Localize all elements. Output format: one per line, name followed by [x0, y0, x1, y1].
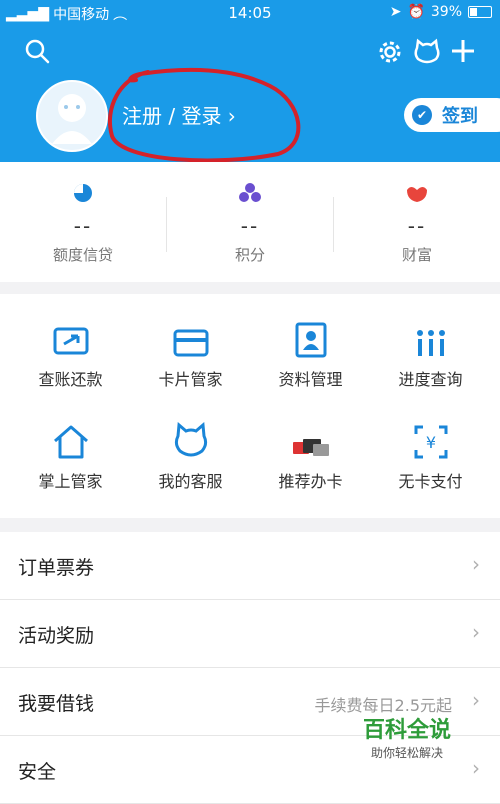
home-icon — [53, 425, 88, 459]
service-label: 资料管理 — [278, 370, 343, 389]
service-grid: 查账还款 卡片管家 资料管理 进度查询 掌上管家 我的客服 推荐办卡 ¥ 无卡支… — [0, 294, 500, 518]
service-customer-service[interactable]: 我的客服 — [128, 420, 253, 492]
service-icon — [174, 422, 207, 457]
credit-pie-icon — [74, 184, 92, 202]
location-icon: ➤ — [389, 4, 402, 20]
stat-points[interactable]: -- 积分 — [167, 182, 333, 265]
service-cardless-pay[interactable]: ¥ 无卡支付 — [368, 420, 493, 492]
stat-points-value: -- — [240, 214, 260, 238]
add-icon[interactable] — [450, 38, 476, 68]
service-label: 查账还款 — [38, 370, 103, 389]
service-bill[interactable]: 查账还款 — [8, 318, 133, 390]
stat-wealth-value: -- — [407, 214, 427, 238]
watermark-subtitle: 助你轻松解决 — [370, 746, 443, 760]
customer-service-icon[interactable] — [412, 38, 442, 70]
alarm-icon: ⏰ — [407, 4, 425, 20]
account-stats: -- 额度信贷 -- 积分 -- 财富 — [0, 162, 500, 282]
battery-icon — [468, 6, 492, 18]
stat-points-label: 积分 — [234, 246, 265, 264]
bill-icon — [53, 327, 88, 355]
stat-credit[interactable]: -- 额度信贷 — [0, 182, 166, 265]
service-label: 推荐办卡 — [278, 472, 343, 491]
checkin-label: 签到 — [442, 106, 478, 127]
points-icon — [239, 183, 261, 202]
menu-item-label: 安全 — [18, 761, 57, 783]
service-card[interactable]: 卡片管家 — [128, 318, 253, 390]
search-icon[interactable] — [24, 38, 50, 68]
wealth-icon — [407, 187, 427, 202]
service-home[interactable]: 掌上管家 — [8, 420, 133, 492]
svg-text:¥: ¥ — [425, 433, 435, 452]
menu-item-orders[interactable]: 订单票券 › — [0, 532, 500, 600]
service-label: 进度查询 — [398, 370, 463, 389]
watermark-logo: 百科全说 助你轻松解决 — [352, 712, 462, 761]
service-recommend-card[interactable]: 推荐办卡 — [248, 420, 373, 492]
progress-icon — [416, 330, 445, 356]
service-label: 掌上管家 — [38, 472, 103, 491]
service-label: 我的客服 — [158, 472, 223, 491]
stat-wealth-label: 财富 — [401, 246, 432, 264]
menu-item-label: 订单票券 — [18, 557, 95, 579]
check-icon: ✔ — [412, 105, 432, 125]
cardless-pay-icon: ¥ — [414, 425, 447, 459]
header-banner: ▂▃▅▇ 中国移动 ︵ 14:05 ➤ ⏰ 39% 注册 / 登录 › ✔ 签到 — [0, 0, 500, 163]
profile-icon — [295, 322, 326, 358]
menu-list: 订单票券 › 活动奖励 › 我要借钱 手续费每日2.5元起 › 安全 › — [0, 532, 500, 804]
chevron-right-icon: › — [472, 552, 480, 576]
checkin-button[interactable]: ✔ 签到 — [404, 98, 500, 132]
watermark-title: 百科全说 — [362, 718, 451, 743]
chevron-right-icon: › — [472, 688, 480, 712]
settings-gear-icon[interactable] — [376, 38, 404, 70]
status-bar: ▂▃▅▇ 中国移动 ︵ 14:05 ➤ ⏰ 39% — [0, 0, 500, 26]
register-login-link[interactable]: 注册 / 登录 › — [122, 100, 236, 129]
service-label: 无卡支付 — [398, 472, 463, 491]
service-profile[interactable]: 资料管理 — [248, 318, 373, 390]
recommend-card-icon — [292, 439, 329, 456]
menu-item-label: 活动奖励 — [18, 625, 95, 647]
battery-percent: 39% — [430, 4, 462, 20]
stat-wealth[interactable]: -- 财富 — [334, 182, 500, 265]
stat-credit-label: 额度信贷 — [52, 246, 113, 264]
avatar[interactable] — [36, 80, 108, 152]
card-icon — [173, 329, 208, 357]
chevron-right-icon: › — [472, 620, 480, 644]
service-progress[interactable]: 进度查询 — [368, 318, 493, 390]
stat-credit-value: -- — [73, 214, 93, 238]
menu-item-rewards[interactable]: 活动奖励 › — [0, 600, 500, 668]
menu-item-label: 我要借钱 — [18, 693, 95, 715]
service-label: 卡片管家 — [158, 370, 223, 389]
chevron-right-icon: › — [472, 756, 480, 780]
